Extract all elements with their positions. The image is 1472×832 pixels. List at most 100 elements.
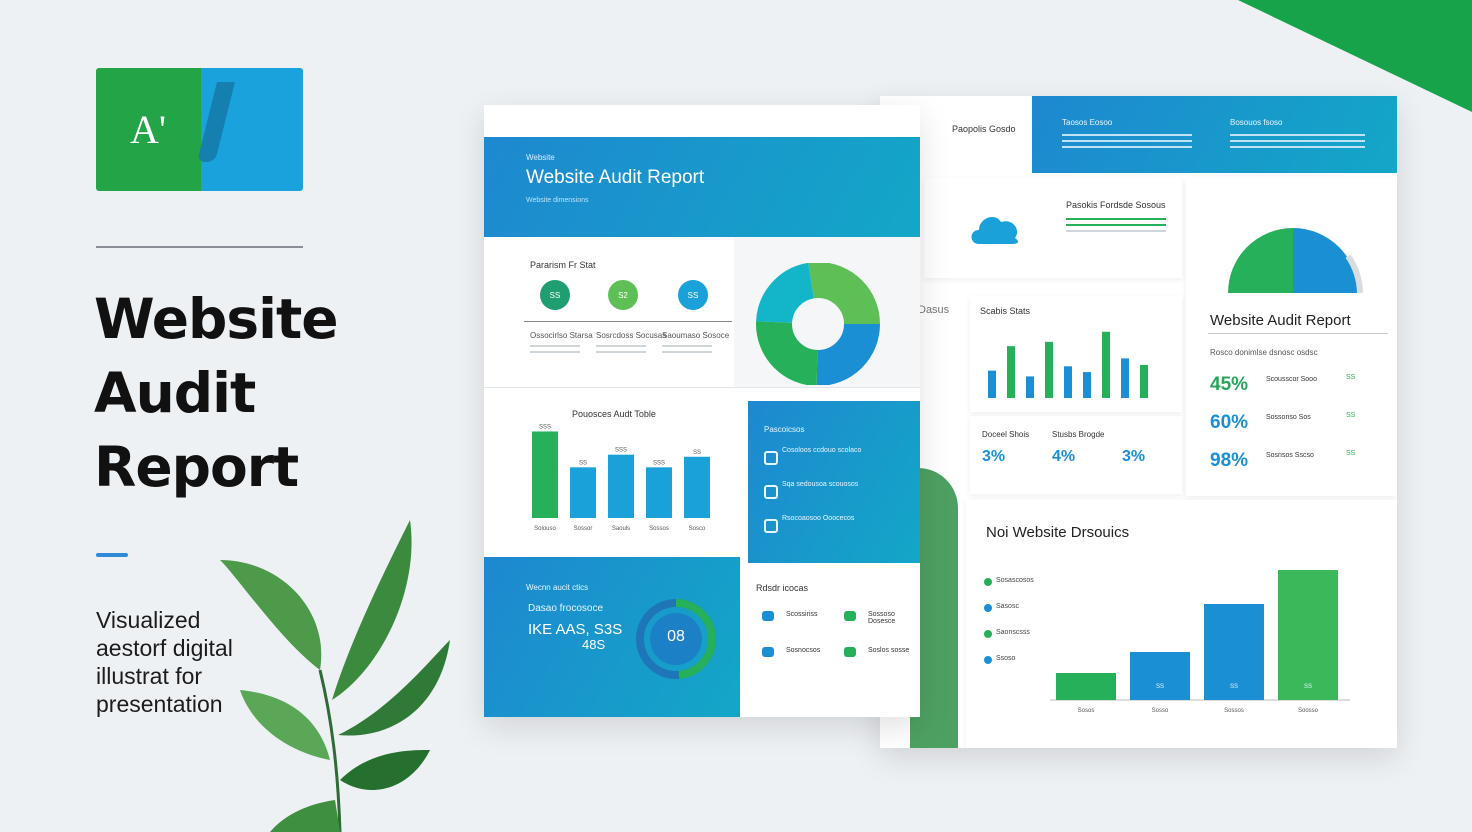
col-lines: [530, 341, 580, 357]
col-lines: [662, 341, 712, 357]
section-a-title: Pasokis Fordsde Sosous: [1066, 200, 1166, 210]
pct-value: 60%: [1210, 412, 1249, 433]
big-bar: [1056, 673, 1116, 700]
mini-stat-label: Doceel Shois: [982, 430, 1030, 439]
back-page: Paopolis Gosdo Taosos Eosoo Bosouos fsos…: [880, 96, 1397, 748]
legend-swatch: [984, 578, 992, 586]
front-bar: [532, 431, 558, 518]
legend-label: Saonscsss: [996, 629, 1030, 636]
hero-title-line: Audit: [94, 361, 256, 425]
front-page: Website Website Audit Report Website dim…: [484, 105, 920, 717]
stats-bar: [1045, 341, 1053, 398]
big-bar-xlabel: Soosso: [1298, 708, 1319, 714]
pct-value: 98%: [1210, 450, 1249, 471]
front-divider: [484, 387, 920, 388]
bottom-line2: IKE AAS, S3S: [528, 621, 623, 638]
info-item-label: Sqa sedousoa scouosos: [782, 481, 859, 488]
big-bar-label: SS: [1230, 684, 1238, 690]
info-panel-title: Pascoicsos: [764, 425, 805, 434]
legend-label: Sasosc: [996, 603, 1019, 610]
pct-small: SS: [1346, 450, 1356, 457]
mini-stat-value: 4%: [1052, 448, 1076, 465]
mini-stat-value: 3%: [982, 448, 1006, 465]
report-note: Rosco donimlse dsnosc osdsc: [1210, 348, 1318, 357]
list-item-label: Sosnocsos: [786, 647, 821, 654]
report-card: Website Audit Report Rosco donimlse dsno…: [1186, 178, 1397, 496]
big-bar-label: SS: [1156, 684, 1164, 690]
big-bar-chart: Sosos SS Sosso SS Sossos SS Soosso: [1050, 570, 1350, 714]
back-top-lines: [1062, 130, 1192, 152]
pct-label: Sosnsos Sscso: [1266, 452, 1314, 459]
col-title: Sosrcdoss Socusas: [596, 331, 667, 340]
stats-title: Scabis Stats: [980, 306, 1031, 316]
report-rule: [1208, 333, 1388, 334]
hero-title: Website Audit Report: [94, 282, 339, 504]
front-bar-xlabel: Sosco: [689, 526, 706, 532]
logo-slash: [197, 82, 235, 162]
big-bar-xlabel: Sossos: [1224, 708, 1244, 714]
mini-stat-label: Stusbs Brogde: [1052, 430, 1105, 439]
front-title: Website Audit Report: [526, 167, 705, 188]
list-item-icon: [762, 611, 774, 621]
col-lines: [596, 341, 646, 357]
front-bar-value: SSS: [615, 448, 627, 454]
info-item-icon: [764, 485, 778, 499]
stats-bar: [1121, 358, 1129, 398]
front-bar-xlabel: Sossos: [649, 526, 669, 532]
stats-bar: [1064, 366, 1072, 398]
legend-swatch: [984, 604, 992, 612]
stats-bar-chart: [988, 331, 1148, 398]
list-item-icon: [844, 647, 856, 657]
front-bar-value: SSS: [539, 424, 551, 430]
list-item-label: Scossiriss: [786, 611, 818, 618]
section-a-lines: [1066, 214, 1166, 236]
pct-value: 45%: [1210, 374, 1249, 395]
front-bar-chart: SSS Solouso SS Sossor SSS Saouls SSS Sossos SS So…: [532, 424, 710, 532]
stat-circle: S2: [608, 280, 638, 310]
cloud-icon: [971, 216, 1019, 244]
bottom-line1: Dasao frocosoce: [528, 603, 604, 614]
pct-small: SS: [1346, 374, 1356, 381]
hero-subtitle: Visualized aestorf digital illustrat for…: [96, 606, 233, 718]
mini-stat-value: 3%: [1122, 448, 1146, 465]
legend-label: Ssoso: [996, 655, 1016, 662]
section1-rule: [524, 321, 732, 322]
front-bar-value: SS: [693, 450, 701, 456]
back-top-title: Paopolis Gosdo: [952, 124, 1016, 134]
dash-label: Dasus: [918, 304, 950, 316]
stat-circle: SS: [540, 280, 570, 310]
cloud-card: Pasokis Fordsde Sosous: [924, 178, 1182, 278]
front-note: Website dimensions: [526, 197, 589, 204]
legend-swatch: [984, 630, 992, 638]
stats-bar: [1140, 364, 1148, 398]
bars-title: Pouosces Audt Toble: [572, 409, 656, 419]
legend-swatch: [984, 656, 992, 664]
list-item-icon: [844, 611, 856, 621]
section1-title: Pararism Fr Stat: [530, 260, 596, 270]
hero-title-line: Website: [94, 287, 339, 351]
list-item-label: Soslos sosse: [868, 647, 910, 654]
app-logo: A': [96, 68, 303, 191]
stats-card: Scabis Stats: [970, 296, 1182, 412]
report-title: Website Audit Report: [1210, 312, 1351, 329]
front-bar-value: SSS: [653, 460, 665, 466]
front-bar: [608, 454, 634, 518]
back-top-col: Taosos Eosoo: [1062, 118, 1113, 127]
half-donut-chart: [1228, 228, 1363, 294]
divider: [96, 246, 303, 248]
donut-chart: [756, 263, 880, 385]
big-bar: [1278, 570, 1338, 700]
stat-circle: SS: [678, 280, 708, 310]
hero-title-line: Report: [94, 435, 299, 499]
info-item-label: Cosoloos ccdouo scolaco: [782, 447, 862, 454]
front-bar: [646, 467, 672, 518]
big-bar-label: SS: [1304, 684, 1312, 690]
big-bar: [1130, 652, 1190, 700]
stats-bar: [1007, 346, 1015, 398]
info-item-icon: [764, 451, 778, 465]
mini-stats-card: Doceel Shois 3% Stusbs Brogde 4% 3%: [970, 416, 1182, 494]
front-bar-xlabel: Saouls: [612, 526, 630, 532]
info-item-label: Rsocoaosoo Ooocecos: [782, 515, 855, 522]
hero-subtitle-line: illustrat for: [96, 663, 203, 689]
big-bar-xlabel: Sosos: [1078, 708, 1095, 714]
